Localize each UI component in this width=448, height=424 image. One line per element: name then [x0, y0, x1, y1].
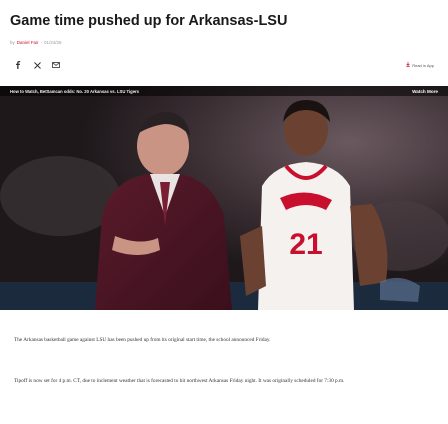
video-player[interactable]: 21 How to Watch, BetSamcan odds: No. 20 …: [0, 86, 448, 310]
article-paragraph: The Arkansas basketball game against LSU…: [14, 337, 271, 343]
watch-more-button[interactable]: Watch More: [412, 89, 438, 94]
read-in-app-button[interactable]: Read in App: [406, 61, 434, 69]
facebook-icon[interactable]: [14, 61, 22, 69]
share-bar: [14, 61, 60, 69]
byline-prefix: by: [10, 39, 15, 45]
article-headline: Game time pushed up for Arkansas-LSU: [10, 13, 288, 29]
publish-date: 01/24/26: [44, 39, 62, 45]
byline: by Daniel Fair · 01/24/26: [10, 38, 62, 46]
author-link[interactable]: Daniel Fair: [17, 40, 39, 45]
video-title-bar: How to Watch, BetSamcan odds: No. 20 Ark…: [0, 86, 448, 96]
x-icon[interactable]: [33, 61, 41, 69]
article-paragraph: Tipoff is now set for 4 p.m. CT, due to …: [14, 378, 345, 384]
email-icon[interactable]: [52, 61, 60, 69]
read-in-app-label: Read in App: [412, 62, 434, 68]
app-download-icon: [406, 62, 410, 68]
video-caption: How to Watch, BetSamcan odds: No. 20 Ark…: [10, 88, 139, 94]
byline-separator: ·: [40, 39, 43, 45]
jersey-number: 21: [289, 228, 322, 261]
video-frame-image: 21: [0, 86, 448, 310]
